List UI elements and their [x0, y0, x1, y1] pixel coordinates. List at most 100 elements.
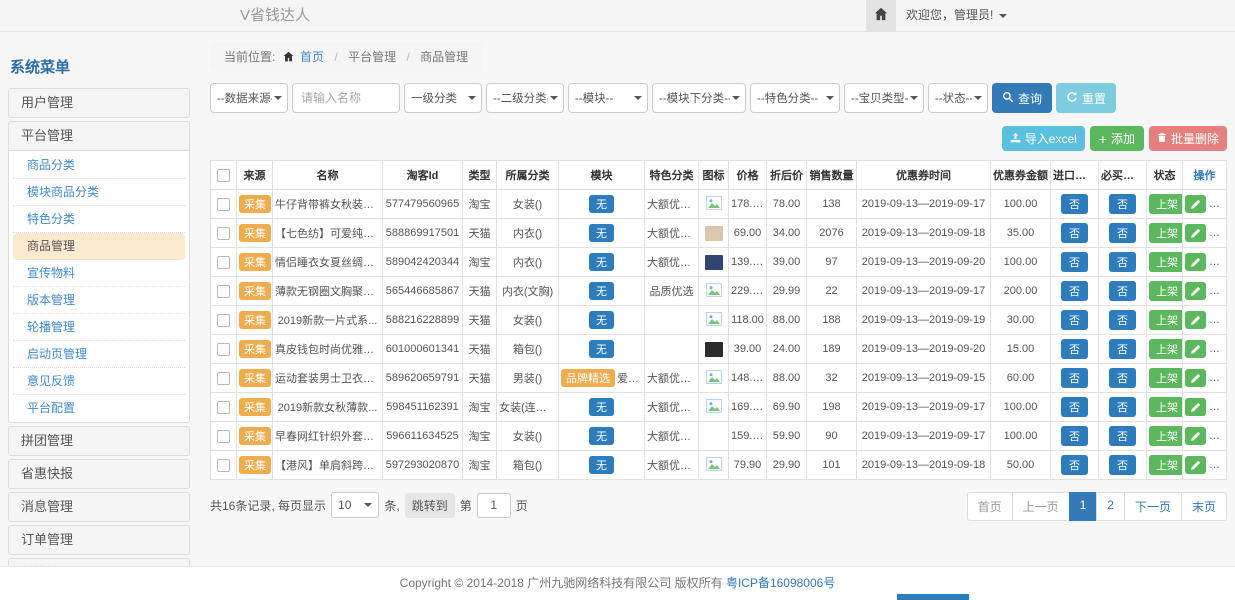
add-button[interactable]: + 添加	[1090, 126, 1144, 151]
sidebar-item[interactable]: 版本管理	[13, 287, 185, 314]
must-buy-toggle[interactable]: 否	[1109, 281, 1136, 301]
edit-button[interactable]	[1185, 398, 1206, 416]
must-buy-toggle[interactable]: 否	[1109, 397, 1136, 417]
import-select-toggle[interactable]: 否	[1061, 194, 1088, 214]
row-checkbox[interactable]	[217, 401, 230, 414]
import-select-toggle[interactable]: 否	[1061, 397, 1088, 417]
filter-select-level2-category[interactable]: --二级分类--	[486, 83, 564, 113]
row-checkbox[interactable]	[217, 372, 230, 385]
row-checkbox[interactable]	[217, 198, 230, 211]
edit-button[interactable]	[1185, 456, 1206, 474]
row-checkbox[interactable]	[217, 343, 230, 356]
must-buy-toggle[interactable]: 否	[1109, 194, 1136, 214]
select-all-checkbox[interactable]	[217, 169, 230, 182]
sidebar-group-header[interactable]: 订单管理	[8, 525, 190, 555]
import-select-toggle[interactable]: 否	[1061, 368, 1088, 388]
page-first[interactable]: 首页	[967, 492, 1013, 521]
row-checkbox[interactable]	[217, 256, 230, 269]
must-buy-toggle[interactable]: 否	[1109, 368, 1136, 388]
import-select-toggle[interactable]: 否	[1061, 252, 1088, 272]
filter-select-feature-category[interactable]: --特色分类--	[750, 83, 840, 113]
must-buy-toggle[interactable]: 否	[1109, 310, 1136, 330]
must-buy-toggle[interactable]: 否	[1109, 339, 1136, 359]
status-toggle[interactable]: 上架	[1149, 455, 1183, 475]
filter-select-status[interactable]: --状态--	[928, 83, 988, 113]
filter-select-item-type[interactable]: --宝贝类型--	[844, 83, 924, 113]
sidebar-group-header[interactable]: 平台管理	[8, 121, 190, 151]
sidebar-group-header[interactable]: 省惠快报	[8, 459, 190, 489]
sidebar-group-header[interactable]: 消息管理	[8, 492, 190, 522]
row-checkbox[interactable]	[217, 285, 230, 298]
per-page-select[interactable]: 10	[331, 492, 379, 518]
import-select-toggle[interactable]: 否	[1061, 455, 1088, 475]
edit-button[interactable]	[1185, 340, 1206, 358]
breadcrumb-separator: /	[334, 50, 337, 64]
edit-button[interactable]	[1185, 369, 1206, 387]
product-name: 2019新款一片式系...	[273, 306, 383, 335]
home-button[interactable]	[866, 0, 896, 31]
icp-link[interactable]: 粤ICP备16098006号	[726, 576, 835, 590]
reset-button[interactable]: 重置	[1056, 83, 1116, 113]
sidebar-item[interactable]: 轮播管理	[13, 314, 185, 341]
status-toggle[interactable]: 上架	[1149, 252, 1183, 272]
must-buy-toggle[interactable]: 否	[1109, 426, 1136, 446]
filter-select-module[interactable]: --模块--	[568, 83, 648, 113]
status-toggle[interactable]: 上架	[1149, 397, 1183, 417]
must-buy-toggle[interactable]: 否	[1109, 455, 1136, 475]
row-checkbox[interactable]	[217, 430, 230, 443]
status-toggle[interactable]: 上架	[1149, 281, 1183, 301]
import-select-toggle[interactable]: 否	[1061, 426, 1088, 446]
name-search-input[interactable]	[292, 83, 400, 113]
sidebar-item[interactable]: 宣传物料	[13, 260, 185, 287]
page-number-input[interactable]	[477, 493, 511, 518]
taoke-id: 588869917501	[383, 219, 463, 248]
filter-select-module-subcategory[interactable]: --模块下分类--	[652, 83, 746, 113]
sidebar-item[interactable]: 商品管理	[13, 233, 185, 260]
edit-button[interactable]	[1185, 224, 1206, 242]
jump-button[interactable]: 跳转到	[405, 493, 455, 518]
filter-select-data-source[interactable]: --数据来源--	[210, 83, 288, 113]
status-toggle[interactable]: 上架	[1149, 426, 1183, 446]
page-prev[interactable]: 上一页	[1012, 492, 1070, 521]
sidebar-item[interactable]: 平台配置	[13, 395, 185, 421]
table-body: 采集牛仔背带裤女秋装减龄...577479560965淘宝女装()无大额优惠券1…	[211, 190, 1227, 480]
source-badge: 采集	[239, 195, 271, 213]
sidebar-group-header[interactable]: 用户管理	[8, 88, 190, 118]
page-last[interactable]: 末页	[1181, 492, 1227, 521]
edit-button[interactable]	[1185, 253, 1206, 271]
edit-button[interactable]	[1185, 311, 1206, 329]
row-checkbox[interactable]	[217, 314, 230, 327]
edit-button[interactable]	[1185, 427, 1206, 445]
sidebar-item[interactable]: 意见反馈	[13, 368, 185, 395]
column-header: 必买清单	[1099, 161, 1147, 190]
edit-button[interactable]	[1185, 282, 1206, 300]
sidebar-item[interactable]: 模块商品分类	[13, 179, 185, 206]
status-toggle[interactable]: 上架	[1149, 368, 1183, 388]
status-toggle[interactable]: 上架	[1149, 194, 1183, 214]
status-toggle[interactable]: 上架	[1149, 310, 1183, 330]
status-toggle[interactable]: 上架	[1149, 339, 1183, 359]
query-button[interactable]: 查询	[992, 83, 1052, 113]
import-select-toggle[interactable]: 否	[1061, 310, 1088, 330]
breadcrumb-home-link[interactable]: 首页	[300, 50, 324, 64]
sidebar-item[interactable]: 特色分类	[13, 206, 185, 233]
sidebar-item[interactable]: 商品分类	[13, 152, 185, 179]
import-excel-button[interactable]: 导入excel	[1002, 126, 1085, 151]
filter-select-level1-category[interactable]: 一级分类	[404, 83, 482, 113]
page-number[interactable]: 2	[1096, 492, 1125, 521]
status-toggle[interactable]: 上架	[1149, 223, 1183, 243]
user-menu[interactable]: 欢迎您，管理员!	[906, 0, 1007, 31]
page-number[interactable]: 1	[1069, 492, 1098, 521]
row-checkbox[interactable]	[217, 227, 230, 240]
sidebar-group-header[interactable]: 拼团管理	[8, 426, 190, 456]
must-buy-toggle[interactable]: 否	[1109, 252, 1136, 272]
edit-button[interactable]	[1185, 195, 1206, 213]
batch-delete-button[interactable]: 批量删除	[1149, 126, 1227, 151]
page-next[interactable]: 下一页	[1124, 492, 1182, 521]
import-select-toggle[interactable]: 否	[1061, 223, 1088, 243]
must-buy-toggle[interactable]: 否	[1109, 223, 1136, 243]
row-checkbox[interactable]	[217, 459, 230, 472]
import-select-toggle[interactable]: 否	[1061, 281, 1088, 301]
import-select-toggle[interactable]: 否	[1061, 339, 1088, 359]
sidebar-item[interactable]: 启动页管理	[13, 341, 185, 368]
